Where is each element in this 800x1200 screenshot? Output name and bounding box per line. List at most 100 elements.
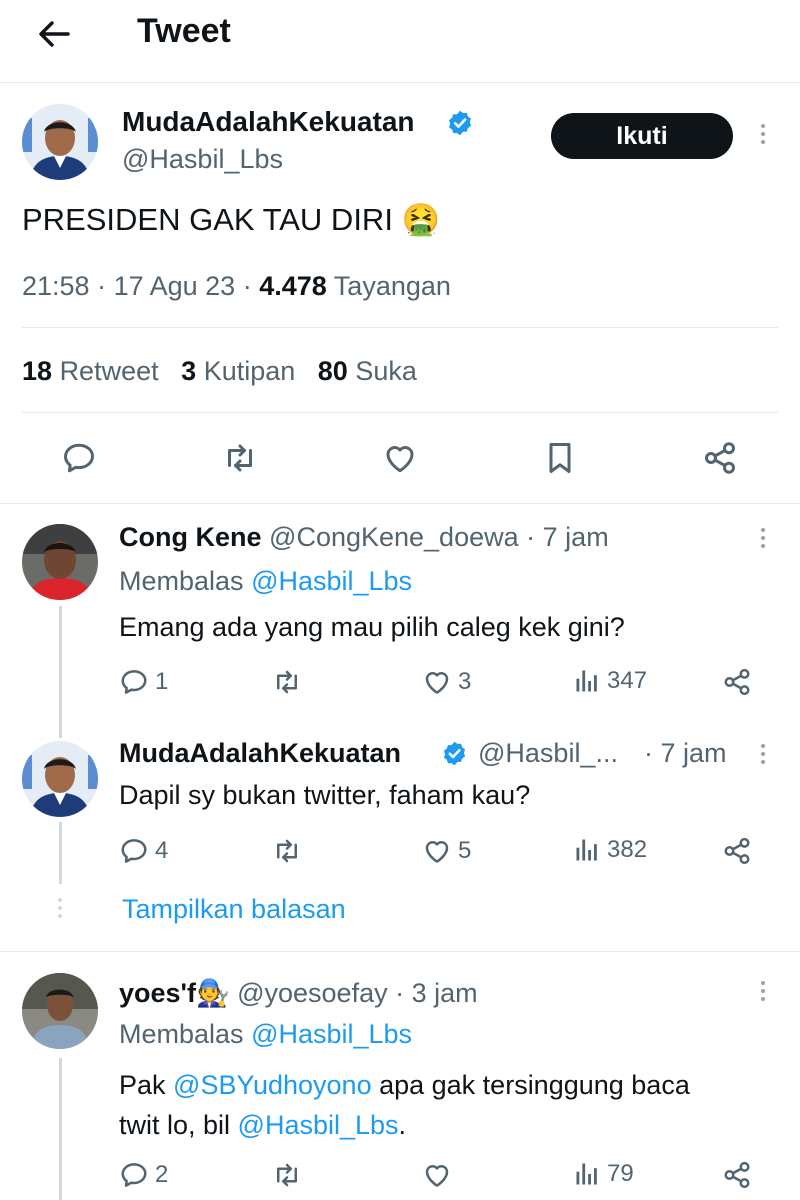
retweet-button[interactable] — [272, 1160, 302, 1190]
back-arrow-icon — [39, 21, 70, 47]
reply-text: Pak @SBYudhoyono apa gak tersinggung bac… — [119, 1065, 769, 1145]
bookmark-button[interactable] — [542, 440, 578, 476]
reply-time[interactable]: 7 jam — [543, 522, 609, 552]
thread-line — [59, 1058, 62, 1200]
like-icon — [382, 440, 418, 476]
reply-text-part: twit lo, bil — [119, 1110, 238, 1140]
more-icon[interactable] — [759, 744, 767, 768]
share-icon — [722, 836, 752, 866]
thread-divider — [0, 951, 800, 952]
reply-button[interactable]: 1 — [119, 667, 168, 697]
mention-link[interactable]: @Hasbil_Lbs — [251, 566, 412, 596]
more-icon[interactable] — [759, 528, 767, 552]
retweets-label: Retweet — [59, 356, 159, 386]
avatar[interactable] — [22, 524, 98, 600]
mention-link[interactable]: @SBYudhoyono — [173, 1070, 372, 1100]
mention-link[interactable]: @Hasbil_Lbs — [238, 1110, 399, 1140]
views-button[interactable]: 382 — [573, 836, 647, 864]
like-button[interactable] — [382, 440, 418, 476]
like-button[interactable]: 5 — [422, 836, 471, 866]
more-icon[interactable] — [759, 124, 767, 148]
share-button[interactable] — [722, 1160, 752, 1190]
reply-count: 2 — [155, 1161, 169, 1188]
like-count: 5 — [458, 837, 472, 864]
share-icon — [722, 1160, 752, 1190]
views-button[interactable]: 79 — [573, 1160, 634, 1188]
avatar[interactable] — [22, 741, 98, 817]
page-title: Tweet — [137, 12, 231, 50]
view-count: 347 — [607, 667, 648, 694]
reply-text-part: . — [398, 1110, 407, 1140]
reply-button[interactable] — [61, 440, 97, 476]
show-replies-link[interactable]: Tampilkan balasan — [122, 894, 346, 925]
view-count: 382 — [607, 836, 648, 863]
quotes-count: 3 — [181, 356, 197, 386]
avatar[interactable] — [22, 973, 98, 1049]
back-button[interactable] — [34, 14, 74, 54]
views-icon — [573, 1160, 601, 1188]
quotes-stat[interactable]: 3 Kutipan — [181, 356, 295, 386]
share-button[interactable] — [702, 440, 738, 476]
reply-handle[interactable]: @yoesoefay — [237, 978, 388, 1008]
share-button[interactable] — [722, 836, 752, 866]
reply-author-name[interactable]: MudaAdalahKekuatan — [119, 738, 401, 768]
likes-stat[interactable]: 80 Suka — [318, 356, 417, 386]
reply-handle[interactable]: @CongKene_doewa — [269, 522, 519, 552]
reply-text: Emang ada yang mau pilih caleg kek gini? — [119, 612, 625, 642]
view-count: 79 — [607, 1160, 634, 1187]
replying-to: Membalas @Hasbil_Lbs — [119, 566, 412, 597]
reply-count: 1 — [155, 668, 169, 695]
views-icon — [573, 836, 601, 864]
tweet-meta: 21:58 · 17 Agu 23 · 4.478 Tayangan — [22, 271, 451, 301]
meta-divider — [22, 327, 778, 328]
mention-link[interactable]: @Hasbil_Lbs — [251, 1019, 412, 1049]
like-button[interactable] — [422, 1160, 452, 1190]
retweet-button[interactable] — [272, 836, 302, 866]
engagement-stats: 18 Retweet 3 Kutipan 80 Suka — [22, 356, 417, 387]
author-name[interactable]: MudaAdalahKekuatan — [122, 106, 415, 138]
like-icon — [422, 1160, 452, 1190]
verified-badge-icon — [441, 740, 468, 767]
follow-button[interactable]: Ikuti — [551, 113, 733, 159]
tweet-date: 17 Agu 23 — [113, 271, 236, 301]
retweet-icon — [272, 836, 302, 866]
share-icon — [702, 440, 738, 476]
more-icon[interactable] — [759, 981, 767, 1005]
reply-time-row: · 7 jam — [644, 738, 727, 768]
retweets-stat[interactable]: 18 Retweet — [22, 356, 159, 386]
retweet-icon — [272, 667, 302, 697]
retweet-icon — [222, 440, 258, 476]
reply-button[interactable]: 4 — [119, 836, 168, 866]
reply-icon — [61, 440, 97, 476]
header-divider — [0, 82, 800, 83]
reply-icon — [119, 1160, 149, 1190]
reply-icon — [119, 667, 149, 697]
retweet-button[interactable] — [272, 667, 302, 697]
like-button[interactable]: 3 — [422, 667, 471, 697]
quotes-label: Kutipan — [203, 356, 296, 386]
thread-dots — [56, 898, 64, 922]
reply-author-name[interactable]: yoes'f🧑‍🔧 — [119, 978, 230, 1008]
retweets-count: 18 — [22, 356, 53, 386]
verified-badge-icon — [446, 109, 474, 137]
avatar[interactable] — [22, 104, 98, 180]
reply-time[interactable]: 3 jam — [412, 978, 478, 1008]
reply-icon — [119, 836, 149, 866]
reply-handle[interactable]: @Hasbil_... — [478, 738, 618, 769]
replying-to: Membalas @Hasbil_Lbs — [119, 1019, 412, 1050]
thread-line — [59, 822, 62, 884]
views-icon — [573, 667, 601, 695]
reply-author-name[interactable]: Cong Kene — [119, 522, 262, 552]
reply-time[interactable]: 7 jam — [661, 738, 727, 768]
reply-button[interactable]: 2 — [119, 1160, 168, 1190]
reply-text-part: Pak — [119, 1070, 174, 1100]
retweet-button[interactable] — [222, 440, 258, 476]
views-button[interactable]: 347 — [573, 667, 647, 695]
views-label: Tayangan — [333, 271, 451, 301]
share-button[interactable] — [722, 667, 752, 697]
thread-line — [59, 606, 62, 738]
reply-text: Dapil sy bukan twitter, faham kau? — [119, 780, 531, 810]
author-handle[interactable]: @Hasbil_Lbs — [122, 144, 283, 175]
share-icon — [722, 667, 752, 697]
tweet-time: 21:58 — [22, 271, 90, 301]
